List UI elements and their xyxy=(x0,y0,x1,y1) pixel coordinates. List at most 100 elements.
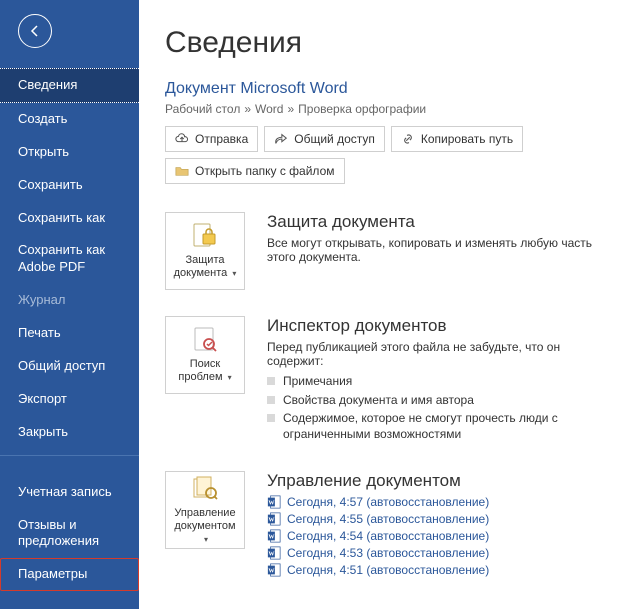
section-body: Управление документом W Сегодня, 4:57 (авт… xyxy=(267,471,600,580)
nav-item-label: Общий доступ xyxy=(18,358,105,373)
section-desc: Перед публикацией этого файла не забудьт… xyxy=(267,340,600,368)
nav-item-label: Сохранить xyxy=(18,177,83,192)
nav-item[interactable]: Учетная запись xyxy=(0,476,139,509)
section-body: Защита документа Все могут открывать, коп… xyxy=(267,212,600,290)
lock-doc-icon xyxy=(191,222,219,250)
breadcrumb-part[interactable]: Word xyxy=(255,102,283,116)
svg-text:W: W xyxy=(268,535,275,541)
nav-item-label: Печать xyxy=(18,325,61,340)
nav-item-label: Параметры xyxy=(18,566,87,581)
nav-item[interactable]: Параметры xyxy=(0,558,139,591)
nav-item[interactable]: Общий доступ xyxy=(0,350,139,383)
section-title: Управление документом xyxy=(267,471,600,491)
nav-item[interactable]: Сохранить xyxy=(0,169,139,202)
tile-label: Поиск проблем ▾ xyxy=(170,358,240,383)
action-label: Отправка xyxy=(195,132,248,146)
tile-label: Управление документом ▾ xyxy=(170,507,240,545)
section-title: Защита документа xyxy=(267,212,600,232)
version-label: Сегодня, 4:57 (автовосстановление) xyxy=(287,495,489,509)
version-list: WСегодня, 4:57 (автовосстановление)WСего… xyxy=(267,495,600,577)
section-title: Инспектор документов xyxy=(267,316,600,336)
bullet-marker-icon xyxy=(267,377,275,385)
section-tile[interactable]: Управление документом ▾ xyxy=(165,471,245,549)
chevron-down-icon: ▾ xyxy=(228,373,232,382)
link-icon xyxy=(401,132,415,146)
share-arrow-icon xyxy=(274,132,288,146)
bullet-item: Примечания xyxy=(267,374,600,390)
sidebar: Сведения Создать Открыть Сохранить Сохранить… xyxy=(0,0,139,609)
nav-item-label: Сохранить как Adobe PDF xyxy=(18,242,105,274)
nav-item[interactable]: Экспорт xyxy=(0,383,139,416)
word-doc-icon: W xyxy=(267,546,281,560)
nav-item-label: Экспорт xyxy=(18,391,67,406)
nav-item[interactable]: Сохранить как xyxy=(0,202,139,235)
action-button[interactable]: Копировать путь xyxy=(391,126,523,152)
section-tile[interactable]: Поиск проблем ▾ xyxy=(165,316,245,394)
word-doc-icon: W xyxy=(267,529,281,543)
version-item[interactable]: W Сегодня, 4:54 (автовосстановление) xyxy=(267,529,600,543)
version-item[interactable]: W Сегодня, 4:57 (автовосстановление) xyxy=(267,495,600,509)
version-label: Сегодня, 4:51 (автовосстановление) xyxy=(287,563,489,577)
page-title: Сведения xyxy=(165,26,600,60)
nav-item-label: Отзывы и предложения xyxy=(18,517,99,549)
bullet-list: Примечания Свойства документа и имя автор… xyxy=(267,374,600,442)
bullet-item: Свойства документа и имя автора xyxy=(267,393,600,409)
word-doc-icon: W xyxy=(267,512,281,526)
bullet-marker-icon xyxy=(267,414,275,422)
section-tile[interactable]: Защита документа ▾ xyxy=(165,212,245,290)
section-desc: Все могут открывать, копировать и изменя… xyxy=(267,236,600,264)
nav-item-label: Создать xyxy=(18,111,67,126)
word-doc-icon: W xyxy=(267,563,281,577)
action-label: Копировать путь xyxy=(421,132,513,146)
main-pane: Сведения Документ Microsoft Word Рабочий… xyxy=(139,0,620,609)
svg-text:W: W xyxy=(268,569,275,575)
tile-label: Защита документа ▾ xyxy=(170,254,240,279)
bullet-text: Содержимое, которое не смогут прочесть л… xyxy=(283,411,600,442)
nav-item[interactable]: Открыть xyxy=(0,136,139,169)
version-label: Сегодня, 4:55 (автовосстановление) xyxy=(287,512,489,526)
action-label: Общий доступ xyxy=(294,132,375,146)
version-label: Сегодня, 4:54 (автовосстановление) xyxy=(287,529,489,543)
nav-item-label: Открыть xyxy=(18,144,69,159)
version-item[interactable]: W Сегодня, 4:51 (автовосстановление) xyxy=(267,563,600,577)
action-button[interactable]: Отправка xyxy=(165,126,258,152)
section-body: Инспектор документов Перед публикацией эт… xyxy=(267,316,600,445)
cloud-up-icon xyxy=(175,132,189,146)
nav-item[interactable]: Сохранить как Adobe PDF xyxy=(0,234,139,284)
nav-item[interactable]: Закрыть xyxy=(0,416,139,449)
info-section: Управление документом ▾Управление докуме… xyxy=(165,471,600,580)
nav-item-label: Сохранить как xyxy=(18,210,105,225)
back-button[interactable] xyxy=(18,14,52,48)
version-item[interactable]: W Сегодня, 4:55 (автовосстановление) xyxy=(267,512,600,526)
nav-item-label: Журнал xyxy=(18,292,65,307)
nav-item[interactable]: Печать xyxy=(0,317,139,350)
manage-doc-icon xyxy=(191,475,219,503)
breadcrumb-part[interactable]: Рабочий стол xyxy=(165,102,240,116)
svg-text:W: W xyxy=(268,501,275,507)
breadcrumb: Рабочий стол»Word»Проверка орфографии xyxy=(165,102,600,116)
svg-text:W: W xyxy=(268,518,275,524)
breadcrumb-part[interactable]: Проверка орфографии xyxy=(298,102,426,116)
action-button[interactable]: Открыть папку с файлом xyxy=(165,158,345,184)
action-bar: Отправка Общий доступ Копировать путь Откры… xyxy=(165,126,600,184)
nav-item[interactable]: Сведения xyxy=(0,68,139,103)
nav-item: Журнал xyxy=(0,284,139,317)
nav-item[interactable]: Создать xyxy=(0,103,139,136)
word-doc-icon: W xyxy=(267,495,281,509)
chevron-down-icon: ▾ xyxy=(204,535,208,544)
nav-item-label: Учетная запись xyxy=(18,484,112,499)
bullet-text: Свойства документа и имя автора xyxy=(283,393,474,409)
nav-item-label: Сведения xyxy=(18,77,77,92)
svg-text:W: W xyxy=(268,552,275,558)
bullet-item: Содержимое, которое не смогут прочесть л… xyxy=(267,411,600,442)
bullet-text: Примечания xyxy=(283,374,352,390)
breadcrumb-sep: » xyxy=(244,102,251,116)
info-section: Защита документа ▾ Защита документа Все мо… xyxy=(165,212,600,290)
bullet-marker-icon xyxy=(267,396,275,404)
action-button[interactable]: Общий доступ xyxy=(264,126,385,152)
version-item[interactable]: WСегодня, 4:53 (автовосстановление) xyxy=(267,546,600,560)
nav-item[interactable]: Отзывы и предложения xyxy=(0,509,139,559)
nav-item-label: Закрыть xyxy=(18,424,68,439)
info-section: Поиск проблем ▾ Инспектор документов Перед… xyxy=(165,316,600,445)
action-label: Открыть папку с файлом xyxy=(195,164,335,178)
